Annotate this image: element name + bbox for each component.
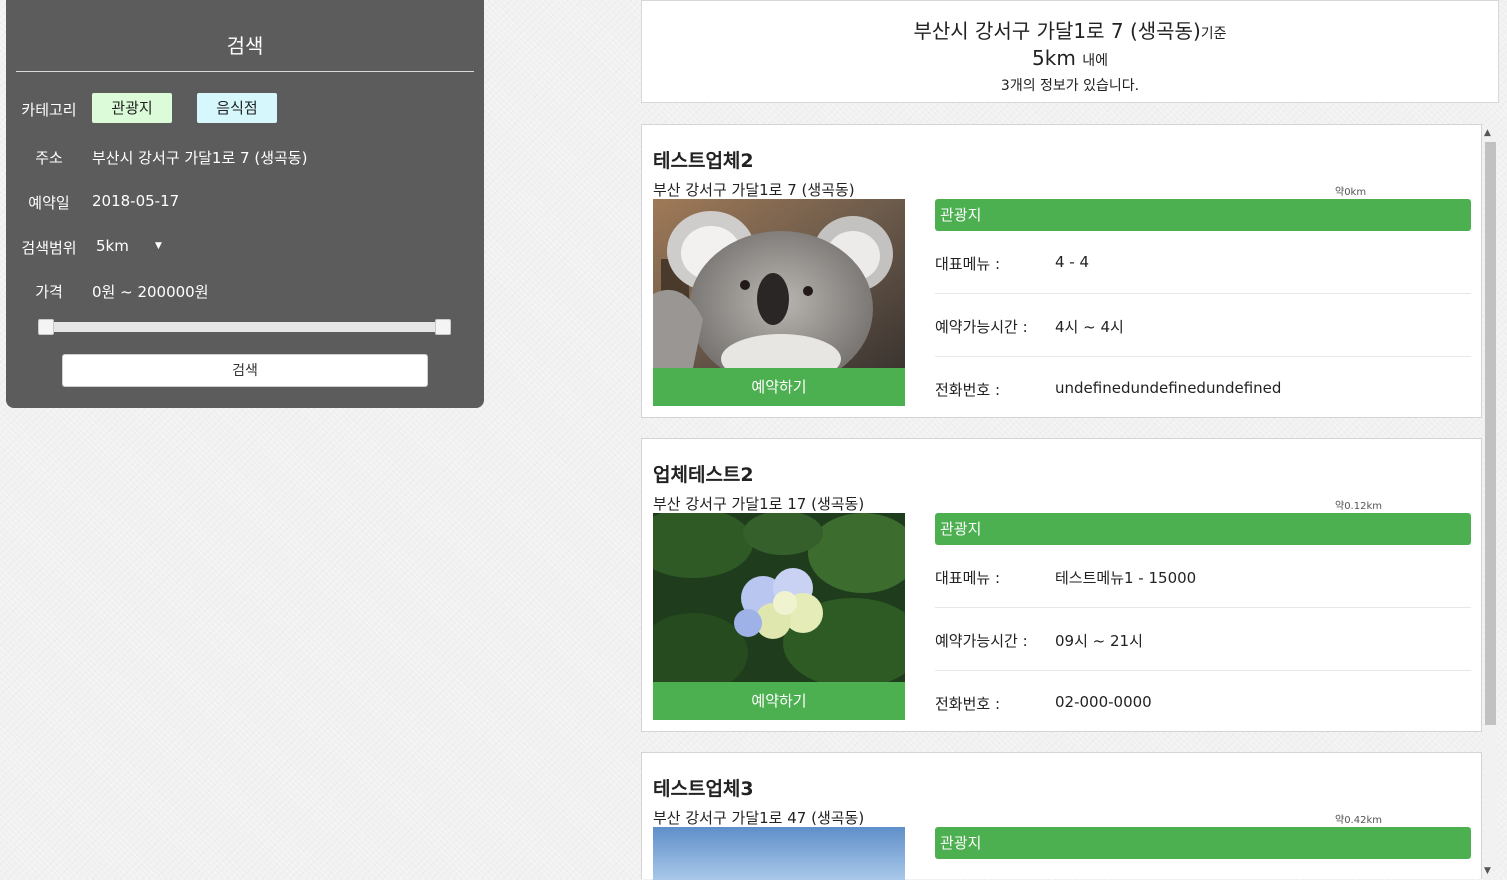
result-distance: 약0.12km xyxy=(1335,501,1382,512)
reserve-button[interactable]: 예약하기 xyxy=(653,368,905,406)
summary-address-line: 부산시 강서구 가달1로 7 (생곡동)기준 xyxy=(642,15,1498,44)
result-card: 테스트업체3 부산 강서구 가달1로 47 (생곡동) 약0.42km 관광지 xyxy=(641,752,1482,880)
result-category: 관광지 xyxy=(935,199,1471,231)
category-food-button[interactable]: 음식점 xyxy=(197,93,277,123)
result-card: 업체테스트2 부산 강서구 가달1로 17 (생곡동) 약0.12km 예약하기… xyxy=(641,438,1482,732)
hours-value: 09시 ~ 21시 xyxy=(1055,632,1143,650)
result-category: 관광지 xyxy=(935,513,1471,545)
result-category: 관광지 xyxy=(935,827,1471,859)
scrollbar-thumb[interactable] xyxy=(1485,142,1496,725)
summary-address: 부산시 강서구 가달1로 7 (생곡동) xyxy=(913,19,1201,43)
summary-count: 3개의 정보가 있습니다. xyxy=(1000,78,1140,94)
info-divider xyxy=(935,356,1471,357)
price-range-text: 0원 ~ 200000원 xyxy=(92,283,209,301)
menu-value: 4 - 4 xyxy=(1055,253,1090,271)
info-divider xyxy=(935,293,1471,294)
hours-value: 4시 ~ 4시 xyxy=(1055,318,1124,336)
category-label: 카테고리 xyxy=(21,101,77,119)
hydrangea-photo xyxy=(653,513,905,682)
phone-label: 전화번호 : xyxy=(935,695,1001,713)
sky-photo xyxy=(653,827,905,880)
address-value[interactable]: 부산시 강서구 가달1로 7 (생곡동) xyxy=(92,147,307,168)
summary-distance: 5km xyxy=(1032,46,1076,70)
hours-label: 예약가능시간 : xyxy=(935,318,1028,336)
search-button[interactable]: 검색 xyxy=(62,354,428,387)
result-distance: 약0.42km xyxy=(1335,815,1382,826)
divider xyxy=(16,71,474,72)
scroll-up-arrow-icon[interactable]: ▲ xyxy=(1484,128,1491,138)
summary-address-suffix: 기준 xyxy=(1200,26,1227,42)
menu-value: 테스트메뉴1 - 15000 xyxy=(1055,569,1197,587)
info-divider xyxy=(935,670,1471,671)
phone-value: undefinedundefinedundefined xyxy=(1055,379,1282,397)
info-divider xyxy=(935,607,1471,608)
price-slider-max-handle[interactable] xyxy=(435,319,451,335)
menu-label: 대표메뉴 : xyxy=(935,255,1001,273)
result-address: 부산 강서구 가달1로 17 (생곡동) xyxy=(653,495,865,513)
address-label: 주소 xyxy=(35,149,63,167)
result-card: 테스트업체2 부산 강서구 가달1로 7 (생곡동) 약0km 예약하기 관광지… xyxy=(641,124,1482,418)
range-label: 검색범위 xyxy=(21,239,77,257)
result-distance: 약0km xyxy=(1335,187,1367,198)
date-label: 예약일 xyxy=(28,194,70,212)
category-tour-button[interactable]: 관광지 xyxy=(92,93,172,123)
result-address: 부산 강서구 가달1로 7 (생곡동) xyxy=(653,181,855,199)
result-address: 부산 강서구 가달1로 47 (생곡동) xyxy=(653,809,865,827)
koala-photo xyxy=(653,199,905,368)
price-slider-track[interactable] xyxy=(39,322,451,332)
summary-distance-suffix: 내에 xyxy=(1082,53,1108,69)
summary-distance-line: 5km 내에 xyxy=(642,46,1498,70)
range-select-value: 5km xyxy=(96,237,129,255)
reserve-button[interactable]: 예약하기 xyxy=(653,682,905,720)
price-label: 가격 xyxy=(35,283,63,301)
caret-down-icon: ▼ xyxy=(155,241,162,251)
hours-label: 예약가능시간 : xyxy=(935,632,1028,650)
price-slider-min-handle[interactable] xyxy=(38,319,54,335)
phone-label: 전화번호 : xyxy=(935,381,1001,399)
search-panel: 검색 카테고리 관광지 음식점 주소 부산시 강서구 가달1로 7 (생곡동) … xyxy=(6,0,484,408)
result-name[interactable]: 업체테스트2 xyxy=(653,460,754,487)
date-input[interactable]: 2018-05-17 xyxy=(92,192,179,210)
result-summary: 부산시 강서구 가달1로 7 (생곡동)기준 5km 내에 3개의 정보가 있습… xyxy=(641,0,1499,103)
menu-label: 대표메뉴 : xyxy=(935,569,1001,587)
result-name[interactable]: 테스트업체3 xyxy=(653,774,754,801)
scroll-down-arrow-icon[interactable]: ▼ xyxy=(1484,866,1491,876)
result-name[interactable]: 테스트업체2 xyxy=(653,146,754,173)
phone-value: 02-000-0000 xyxy=(1055,693,1152,711)
search-panel-title: 검색 xyxy=(226,34,264,58)
